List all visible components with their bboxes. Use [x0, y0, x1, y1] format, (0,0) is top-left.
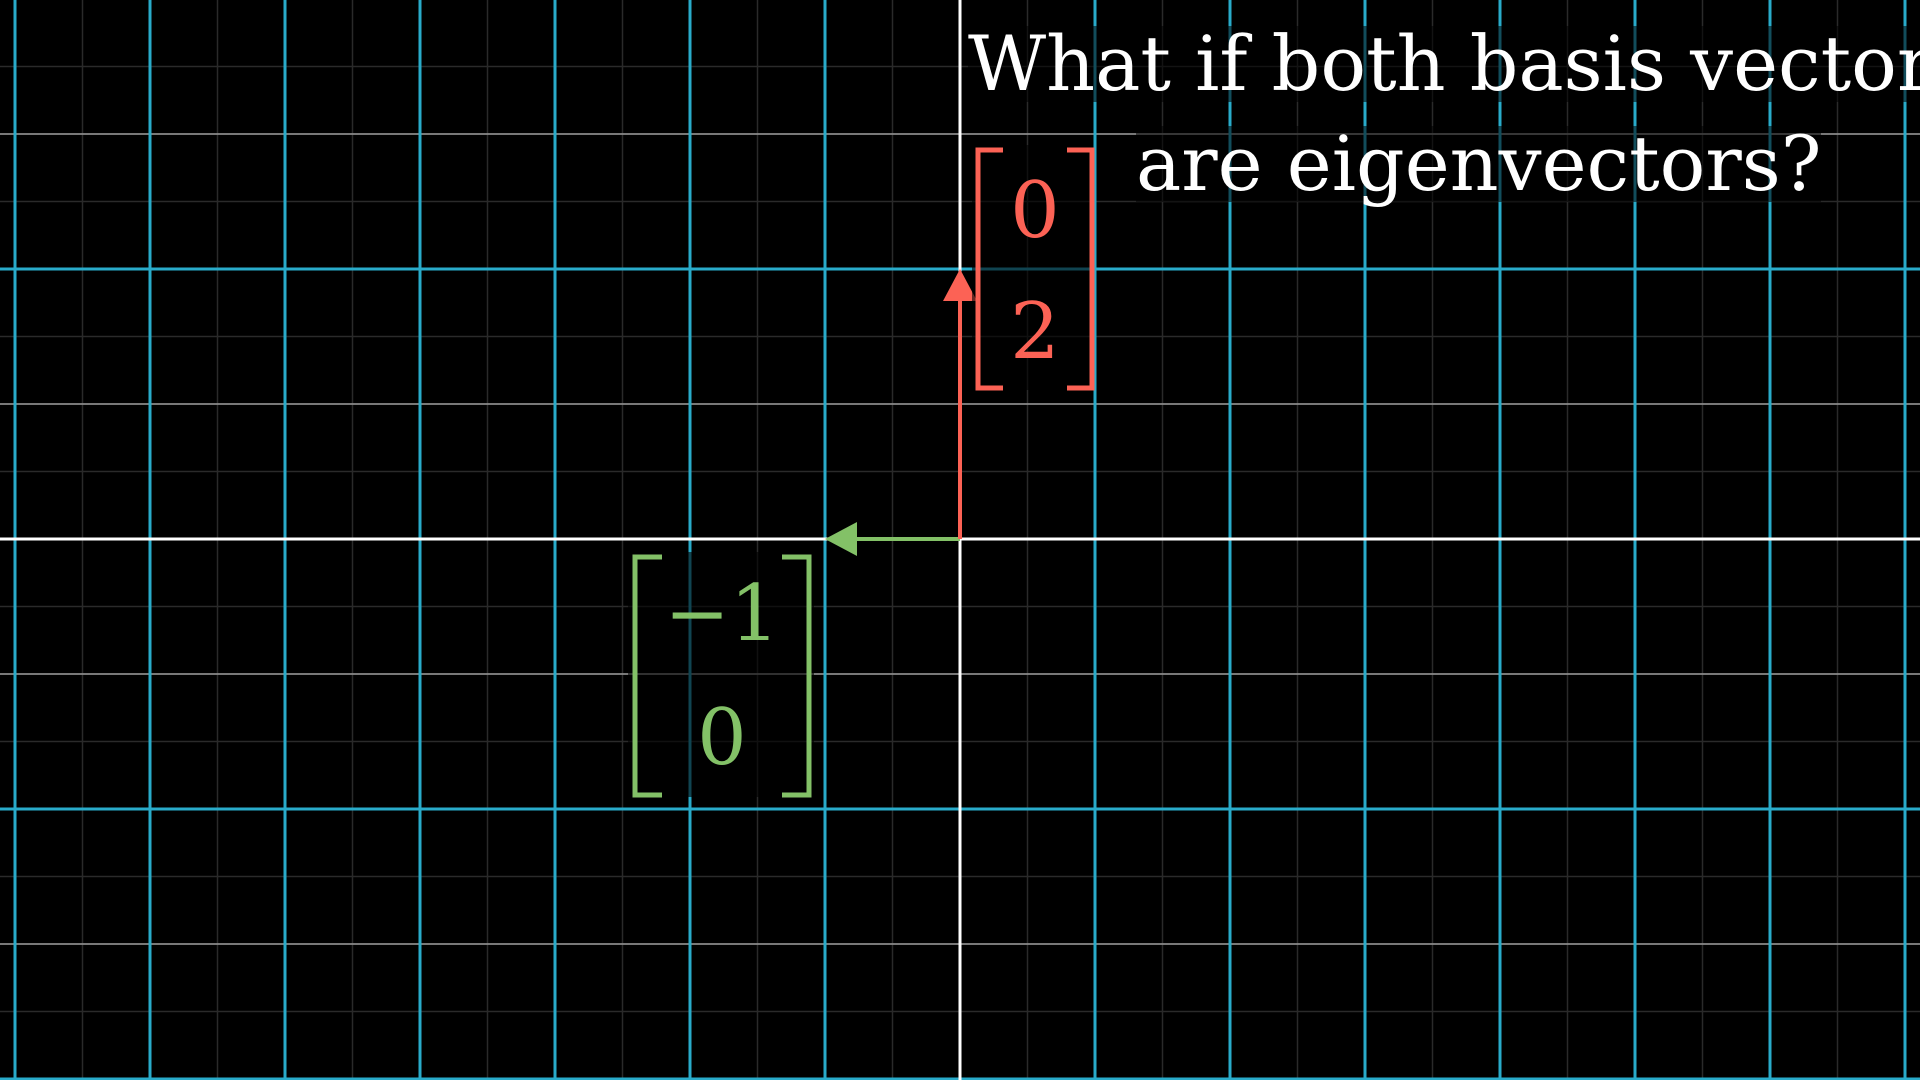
- j-hat-matrix: 0 2: [972, 145, 1095, 391]
- i-hat-entry-x: −1: [665, 569, 780, 659]
- j-hat-entry-y: 2: [1010, 287, 1060, 377]
- caption-line-2: are eigenvectors?: [1136, 119, 1822, 208]
- j-hat-entry-x: 0: [1010, 166, 1060, 256]
- i-hat-matrix: −1 0: [628, 552, 814, 798]
- i-hat-entry-y: 0: [697, 693, 747, 783]
- caption-line-1: What if both basis vectors: [968, 26, 1920, 102]
